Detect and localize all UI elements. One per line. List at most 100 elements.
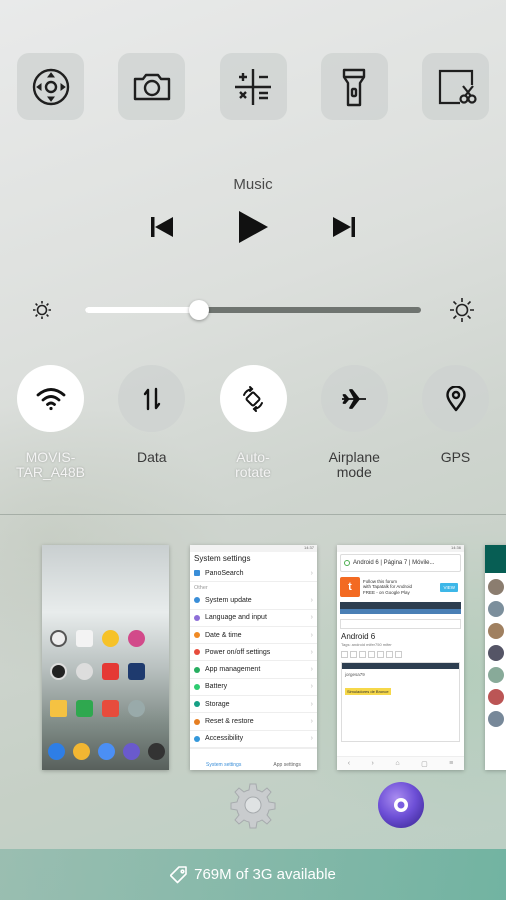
chrome-icon [98, 743, 115, 760]
airplane-toggle-circle[interactable] [320, 365, 388, 432]
chevron-right-icon: › [310, 666, 313, 674]
camera-icon [133, 73, 170, 100]
camera-app-icon [50, 663, 67, 680]
previous-button[interactable] [150, 216, 174, 238]
camera-shortcut[interactable] [118, 53, 186, 120]
chat-avatar [488, 579, 504, 595]
airplane-label: Airplane mode [328, 449, 380, 480]
settings-app-icon[interactable] [229, 781, 277, 829]
play-button[interactable] [237, 210, 269, 244]
calculator-shortcut[interactable] [219, 53, 287, 120]
settings-item-icon [194, 649, 200, 656]
home-icon: ⌂ [395, 760, 400, 767]
recent-card-settings[interactable]: 14:37 System settings PanoSearch › Other… [190, 545, 317, 770]
location-pin-icon [445, 385, 466, 411]
settings-item-icon [194, 718, 200, 725]
data-label: Data [136, 449, 167, 465]
calculator-icon [235, 68, 271, 105]
settings-list-item: Storage › [190, 696, 317, 714]
data-toggle[interactable]: Data [118, 365, 186, 480]
auto-rotate-label: Auto- rotate [235, 449, 271, 480]
tools-icon [102, 700, 119, 717]
chevron-right-icon: › [310, 569, 313, 577]
chat-avatar [488, 667, 504, 683]
screenshot-shortcut[interactable] [422, 53, 489, 120]
settings-title: System settings [194, 554, 251, 563]
settings-list-item: Date & time › [190, 627, 317, 645]
flashlight-shortcut[interactable] [320, 53, 388, 120]
gps-toggle-circle[interactable] [422, 365, 489, 432]
shortcut-row [17, 53, 489, 120]
recent-card-browser[interactable]: 14:36 Android 6 | Página 7 | Móvile... t… [337, 545, 464, 770]
navigation-shortcut[interactable] [17, 53, 84, 120]
data-toggle-circle[interactable] [118, 365, 186, 432]
next-button[interactable] [332, 216, 356, 238]
forum-subnav-bar [340, 609, 461, 614]
gps-toggle[interactable]: GPS [422, 365, 489, 480]
dpad-icon [32, 68, 69, 105]
settings-list-item: App management › [190, 661, 317, 679]
thread-pagination [341, 651, 460, 658]
auto-rotate-toggle-circle[interactable] [219, 365, 287, 432]
brightness-low-icon [33, 301, 51, 319]
recent-apps: 14:37 System settings PanoSearch › Other… [0, 545, 506, 771]
chat-avatar [488, 601, 504, 617]
chevron-right-icon: › [310, 718, 313, 726]
gallery-icon [76, 663, 93, 680]
recent-app-icons [0, 781, 506, 829]
browser-mini-icon [123, 743, 140, 760]
music-app-icon [128, 630, 145, 647]
brightness-fill [85, 307, 200, 313]
brightness-control [30, 294, 476, 326]
memory-clean-bar[interactable]: 769M of 3G available [0, 849, 506, 900]
settings-item-label: Language and input [205, 614, 267, 622]
wifi-icon [36, 387, 65, 410]
wifi-toggle[interactable]: MOVIS- TAR_A48B [16, 365, 85, 480]
browser-app-icon[interactable] [377, 781, 425, 829]
airplane-icon [342, 388, 367, 409]
home-status-bar [42, 545, 169, 552]
recent-card-whatsapp[interactable] [485, 545, 506, 770]
menu-icon: ≡ [449, 760, 454, 767]
quick-toggles: MOVIS- TAR_A48B Data Auto- rotate Airpla… [16, 365, 489, 480]
settings-item-icon [194, 632, 200, 639]
settings-item-icon [194, 735, 200, 742]
tabs-icon: ▢ [421, 760, 428, 768]
brightness-high-icon [450, 298, 474, 322]
thread-heading: Android 6 [341, 632, 376, 641]
settings-list-item: System update › [190, 592, 317, 610]
tab-system-settings: System settings [206, 762, 242, 768]
settings-item-label: Accessibility [205, 735, 244, 743]
back-icon: ‹ [347, 760, 351, 767]
browser-orb-icon [378, 782, 424, 828]
browser-status-bar: 14:36 [337, 545, 464, 552]
chat-avatar [488, 689, 504, 705]
live-icon [128, 663, 145, 680]
recent-card-home[interactable] [42, 545, 169, 770]
home-icon-row-2 [50, 663, 145, 680]
gps-label: GPS [440, 449, 471, 465]
whatsapp-header [485, 545, 506, 573]
settings-item-icon [194, 701, 200, 708]
play-icon [239, 211, 268, 243]
folder-icon [50, 700, 67, 717]
panosearch-icon [194, 570, 200, 577]
messages-icon [73, 743, 90, 760]
settings-status-bar: 14:37 [190, 545, 317, 552]
settings-item-label: Power on/off settings [205, 648, 271, 656]
chat-avatar [488, 623, 504, 639]
chevron-right-icon: › [310, 683, 313, 691]
brightness-thumb[interactable] [189, 300, 210, 320]
chevron-right-icon: › [310, 648, 313, 656]
brightness-slider[interactable] [85, 300, 421, 320]
forum-breadcrumb [340, 619, 461, 629]
forward-icon: › [371, 760, 374, 767]
auto-rotate-toggle[interactable]: Auto- rotate [219, 365, 287, 480]
thread-tags: Tags: android mifer750 mifer [341, 642, 392, 647]
airplane-toggle[interactable]: Airplane mode [320, 365, 388, 480]
calendar-icon [76, 630, 93, 647]
settings-list-item: Power on/off settings › [190, 644, 317, 662]
previous-icon [151, 217, 173, 237]
settings-list: System update › Language and input › Date & … [190, 592, 317, 748]
wifi-toggle-circle[interactable] [17, 365, 84, 432]
